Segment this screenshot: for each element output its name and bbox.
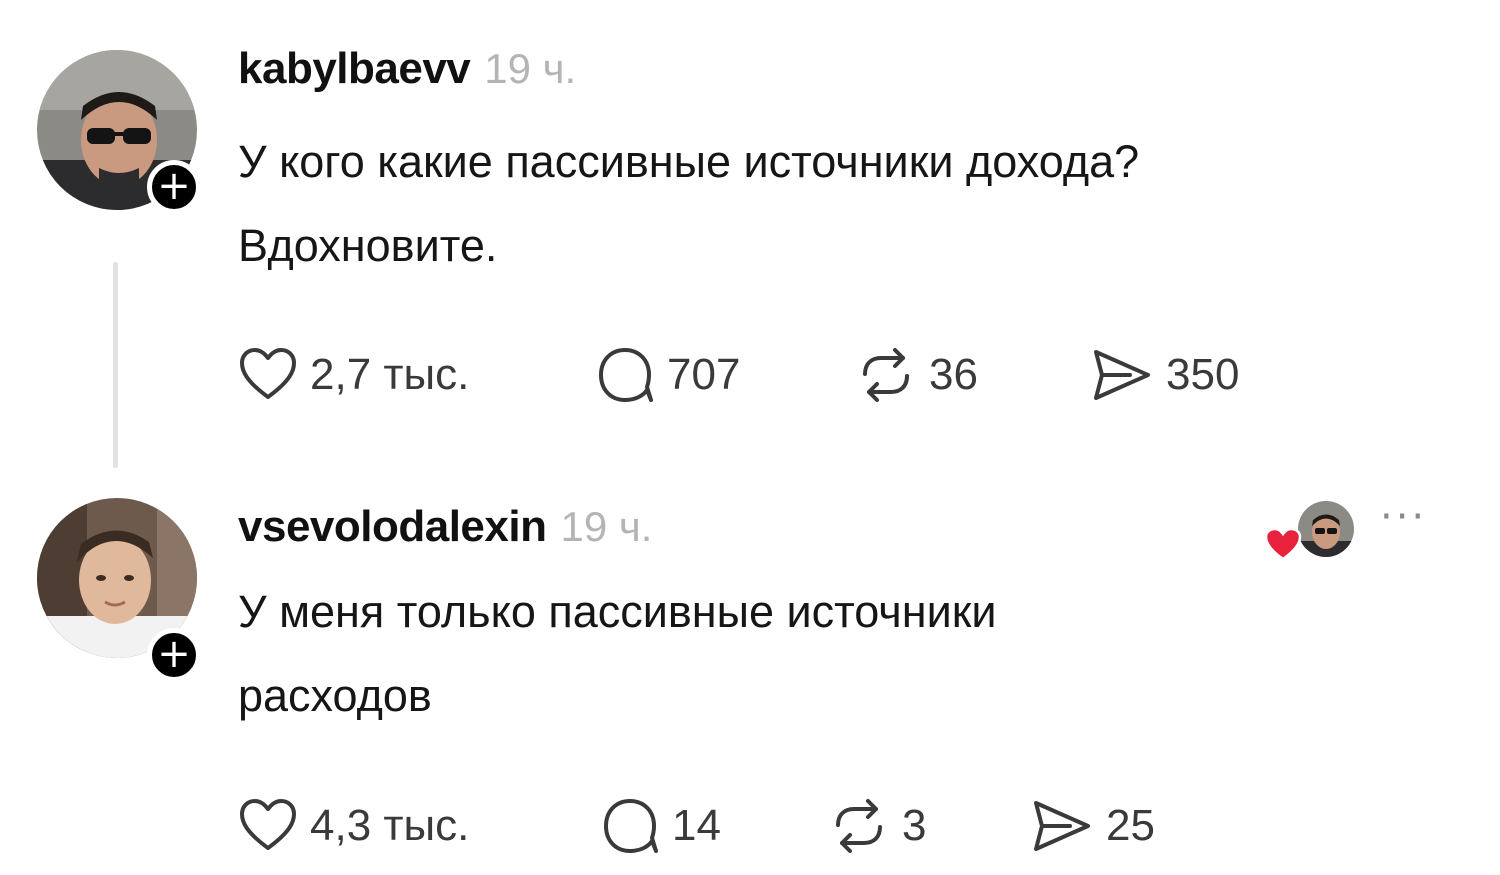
share-button[interactable]: 25 (1030, 796, 1155, 856)
comment-button[interactable]: 707 (595, 345, 740, 405)
author-mini-avatar (1295, 498, 1357, 560)
post-text: У кого какие пассивные источники дохода?… (238, 120, 1438, 288)
repost-button[interactable]: 36 (855, 345, 978, 405)
comment-button[interactable]: 14 (600, 796, 721, 856)
paper-plane-icon (1034, 801, 1090, 851)
post-text-line: расходов (238, 670, 432, 721)
repost-count: 36 (929, 350, 978, 399)
repost-button[interactable]: 3 (828, 796, 926, 856)
speech-bubble-icon (599, 348, 653, 402)
like-count: 2,7 тыс. (310, 350, 470, 399)
liked-by-author (1263, 498, 1363, 568)
post-text-line: Вдохновите. (238, 220, 498, 271)
post-vsevolodalexin: + vsevolodalexin 19 ч. ··· У меня только… (0, 480, 1500, 875)
repost-count: 3 (902, 801, 927, 850)
share-button[interactable]: 350 (1090, 345, 1239, 405)
username[interactable]: vsevolodalexin (238, 502, 547, 552)
comment-count: 707 (667, 350, 741, 399)
share-count: 25 (1106, 801, 1155, 850)
post-text-line: У меня только пассивные источники (238, 586, 997, 637)
post-header: vsevolodalexin 19 ч. (238, 502, 652, 552)
post-header: kabylbaevv 19 ч. (238, 44, 576, 94)
post-text: У меня только пассивные источники расход… (238, 570, 1438, 738)
follow-button[interactable]: + (147, 628, 201, 682)
timestamp: 19 ч. (484, 45, 577, 92)
thread-line (113, 262, 118, 468)
post-text-line: У кого какие пассивные источники дохода? (238, 136, 1140, 187)
heart-outline-icon (240, 799, 296, 850)
comment-count: 14 (672, 801, 721, 850)
like-button[interactable]: 4,3 тыс. (238, 796, 469, 856)
follow-button[interactable]: + (147, 160, 201, 214)
repost-arrows-icon (863, 348, 909, 402)
repost-arrows-icon (836, 799, 882, 853)
heart-outline-icon (240, 348, 296, 399)
like-count: 4,3 тыс. (310, 801, 470, 850)
action-bar: 4,3 тыс. 14 3 25 (238, 796, 1438, 856)
like-button[interactable]: 2,7 тыс. (238, 345, 469, 405)
speech-bubble-icon (604, 799, 658, 853)
red-heart-icon (1264, 527, 1302, 561)
share-count: 350 (1166, 350, 1240, 399)
post-kabylbaevv: + kabylbaevv 19 ч. У кого какие пассивны… (0, 0, 1500, 480)
username[interactable]: kabylbaevv (238, 44, 471, 94)
more-options-button[interactable]: ··· (1380, 494, 1427, 540)
paper-plane-icon (1094, 350, 1150, 400)
action-bar: 2,7 тыс. 707 36 350 (238, 345, 1438, 405)
timestamp: 19 ч. (560, 503, 653, 550)
